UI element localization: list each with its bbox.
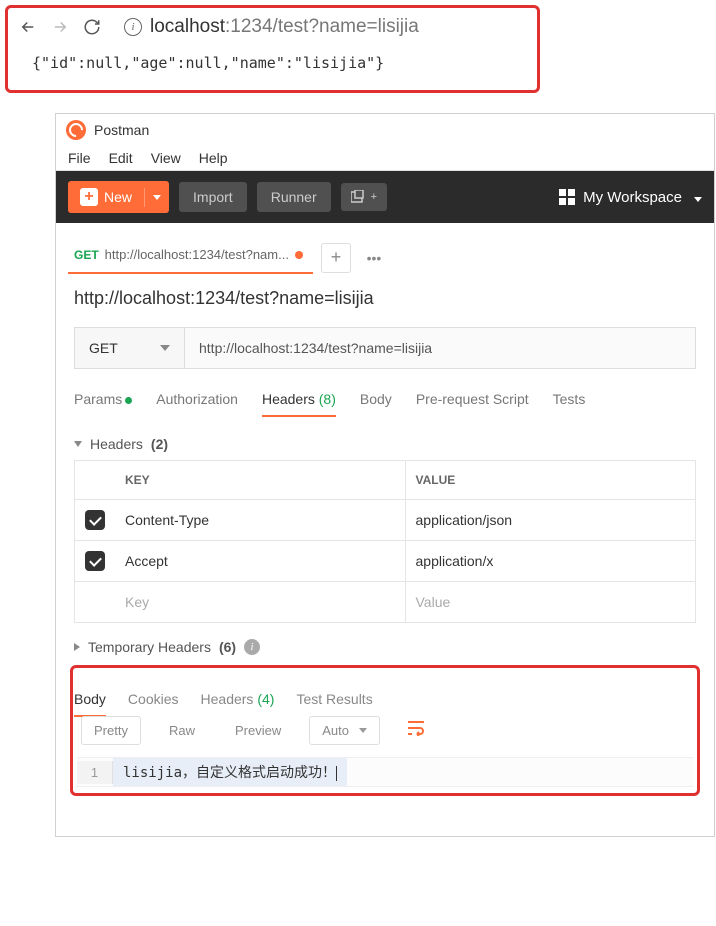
response-toolbar: Pretty Raw Preview Auto — [77, 716, 693, 753]
menu-file[interactable]: File — [68, 150, 91, 166]
view-raw[interactable]: Raw — [157, 717, 207, 744]
browser-response-body: {"id":null,"age":null,"name":"lisijia"} — [8, 46, 537, 80]
header-col-key: KEY — [115, 461, 406, 499]
postman-logo-icon — [66, 120, 86, 140]
info-icon[interactable]: i — [244, 639, 260, 655]
response-body: 1 lisijia，自定义格式启动成功！ — [77, 757, 693, 787]
request-title: http://localhost:1234/test?name=lisijia — [56, 274, 714, 323]
header-key[interactable]: Content-Type — [115, 500, 406, 540]
request-tabs: GET http://localhost:1234/test?nam... + … — [56, 223, 714, 274]
header-col-value: VALUE — [406, 461, 696, 499]
response-text: lisijia，自定义格式启动成功！ — [113, 758, 347, 786]
import-button[interactable]: Import — [179, 182, 247, 212]
tab-url: http://localhost:1234/test?nam... — [105, 247, 289, 262]
menu-edit[interactable]: Edit — [109, 150, 133, 166]
tab-method: GET — [74, 248, 99, 262]
highlight-box: Pretty Raw Preview Auto 1 lisijia，自定义格式启… — [70, 665, 700, 796]
new-button[interactable]: + New — [68, 181, 169, 213]
app-title: Postman — [94, 122, 149, 138]
wrap-lines-icon[interactable] — [406, 720, 426, 741]
request-subtabs: Params Authorization Headers (8) Body Pr… — [56, 369, 714, 418]
chevron-down-icon — [74, 441, 82, 447]
chevron-right-icon — [74, 643, 80, 651]
header-key-input[interactable]: Key — [115, 582, 406, 622]
temp-headers-toggle[interactable]: Temporary Headers (6) i — [74, 631, 696, 663]
unsaved-indicator-icon — [295, 251, 303, 259]
address-bar[interactable]: i localhost:1234/test?name=lisijia — [124, 16, 419, 38]
add-tab-button[interactable]: + — [321, 243, 351, 273]
new-window-button[interactable]: + — [341, 183, 387, 211]
browser-panel: i localhost:1234/test?name=lisijia {"id"… — [5, 5, 540, 93]
params-indicator-icon — [125, 397, 132, 404]
menu-bar: File Edit View Help — [56, 146, 714, 171]
headers-table-header: KEY VALUE — [75, 461, 695, 500]
tab-tests[interactable]: Tests — [553, 391, 586, 417]
url-input[interactable]: http://localhost:1234/test?name=lisijia — [185, 328, 695, 368]
header-value[interactable]: application/x — [406, 541, 696, 581]
view-preview[interactable]: Preview — [223, 717, 293, 744]
chevron-down-icon — [690, 189, 702, 206]
code-line[interactable]: 1 lisijia，自定义格式启动成功！ — [77, 757, 693, 787]
request-line: GET http://localhost:1234/test?name=lisi… — [74, 327, 696, 369]
main-toolbar: + New Import Runner + My Workspace — [56, 171, 714, 223]
temp-headers-count: (6) — [219, 639, 236, 655]
view-format-select[interactable]: Auto — [309, 716, 380, 745]
request-tab[interactable]: GET http://localhost:1234/test?nam... — [68, 241, 313, 274]
workspace-label: My Workspace — [583, 189, 682, 206]
tab-overflow-button[interactable]: ••• — [359, 243, 389, 273]
line-number: 1 — [77, 761, 113, 784]
postman-window: Postman File Edit View Help + New Import… — [55, 113, 715, 837]
temp-headers-title: Temporary Headers — [88, 639, 211, 655]
title-bar: Postman — [56, 114, 714, 146]
url-text: localhost:1234/test?name=lisijia — [150, 16, 419, 38]
new-dropdown[interactable] — [144, 188, 169, 207]
site-info-icon[interactable]: i — [124, 18, 142, 36]
tab-headers[interactable]: Headers (8) — [262, 391, 336, 417]
plus-icon: + — [80, 188, 98, 206]
headers-section-toggle[interactable]: Headers (2) — [74, 428, 696, 460]
table-row[interactable]: Key Value — [75, 582, 695, 623]
table-row[interactable]: Content-Type application/json — [75, 500, 695, 541]
back-button[interactable] — [18, 17, 38, 37]
table-row[interactable]: Accept application/x — [75, 541, 695, 582]
workspace-selector[interactable]: My Workspace — [559, 189, 702, 206]
tab-body[interactable]: Body — [360, 391, 392, 417]
new-button-label: New — [104, 189, 132, 205]
headers-table: KEY VALUE Content-Type application/json … — [74, 460, 696, 623]
header-value[interactable]: application/json — [406, 500, 696, 540]
checkbox-checked-icon[interactable] — [85, 510, 105, 530]
tab-params[interactable]: Params — [74, 391, 132, 417]
forward-button[interactable] — [50, 17, 70, 37]
checkbox-checked-icon[interactable] — [85, 551, 105, 571]
tab-authorization[interactable]: Authorization — [156, 391, 238, 417]
header-value-input[interactable]: Value — [406, 582, 696, 622]
menu-help[interactable]: Help — [199, 150, 228, 166]
tab-prerequest[interactable]: Pre-request Script — [416, 391, 529, 417]
headers-title: Headers — [90, 436, 143, 452]
headers-count: (2) — [151, 436, 168, 452]
menu-view[interactable]: View — [151, 150, 181, 166]
header-key[interactable]: Accept — [115, 541, 406, 581]
method-select[interactable]: GET — [75, 328, 185, 368]
workspace-icon — [559, 189, 575, 205]
browser-toolbar: i localhost:1234/test?name=lisijia — [8, 8, 537, 46]
reload-button[interactable] — [82, 17, 102, 37]
method-value: GET — [89, 340, 118, 356]
runner-button[interactable]: Runner — [257, 182, 331, 212]
view-pretty[interactable]: Pretty — [81, 716, 141, 745]
